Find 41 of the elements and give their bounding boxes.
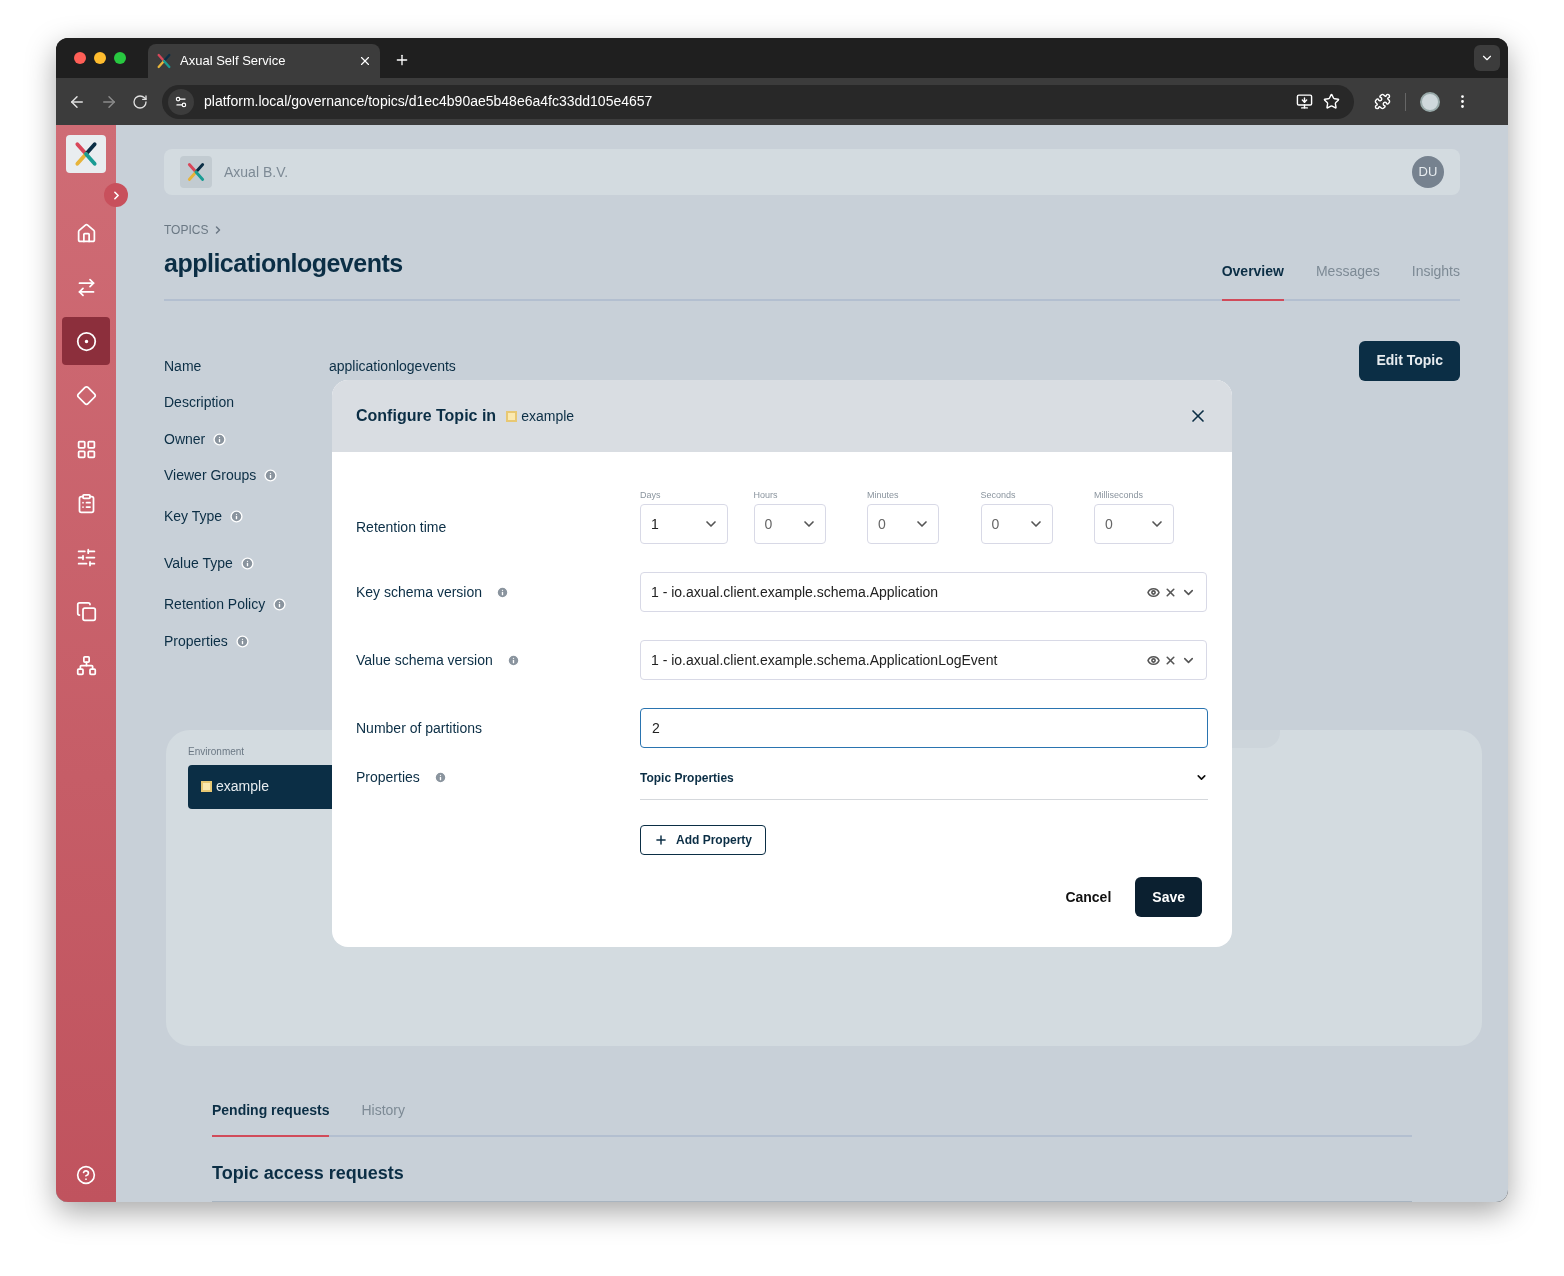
retention-select[interactable]: 0 [867,504,939,544]
address-bar[interactable]: platform.local/governance/topics/d1ec4b90ae5b48e6a4fc33dd105e4657 [162,84,1354,119]
dialog-title: Configure Topic in [356,406,497,426]
environment-label: Environment [188,744,246,759]
schema-select[interactable]: 1 - io.axual.client.example.schema.Application [640,572,1207,612]
field-label: Key schema version [356,582,483,602]
detail-label: Viewer Groups [164,466,257,486]
field-label: Number of partitions [356,718,483,738]
unit-label: Minutes [867,490,900,502]
detail-label: Properties [164,632,228,652]
edit-topic-button[interactable]: Edit Topic [1359,340,1460,381]
detail-label: Value Type [164,554,233,574]
environment-name: example [521,406,575,426]
section-heading: Topic access requests [212,1160,1412,1202]
requests-tab[interactable]: Pending requests [212,1100,330,1137]
unit-label: Days [640,490,662,502]
detail-label: Name [164,357,202,377]
field-label: Value schema version [356,650,493,670]
properties-accordion[interactable]: Topic Properties [640,768,1208,800]
schema-select[interactable]: 1 - io.axual.client.example.schema.ApplicationLogEvent [640,640,1207,680]
unit-label: Milliseconds [1094,490,1145,502]
browser-tab[interactable]: Axual Self Service [148,44,380,78]
detail-label: Owner [164,430,206,450]
retention-select[interactable]: 0 [753,504,826,544]
cancel-button[interactable]: Cancel [1065,886,1112,908]
retention-select[interactable]: 1 [640,504,728,544]
field-label: Retention time [356,517,447,537]
organization-name: Axual B.V. [224,162,290,182]
partitions-field[interactable]: 2 [640,708,1208,748]
unit-label: Seconds [980,490,1017,502]
detail-value: applicationlogevents [329,357,456,377]
detail-label: Key Type [164,507,223,527]
page-tab[interactable]: Overview [1221,260,1284,301]
add-property-button[interactable]: Add Property [640,825,766,855]
detail-label: Retention Policy [164,595,266,615]
retention-select[interactable]: 0 [980,504,1053,544]
retention-select[interactable]: 0 [1094,504,1174,544]
page-title: applicationlogevents [164,248,404,280]
unit-label: Hours [753,490,779,502]
save-button[interactable]: Save [1135,877,1202,917]
detail-label: Description [164,393,235,413]
